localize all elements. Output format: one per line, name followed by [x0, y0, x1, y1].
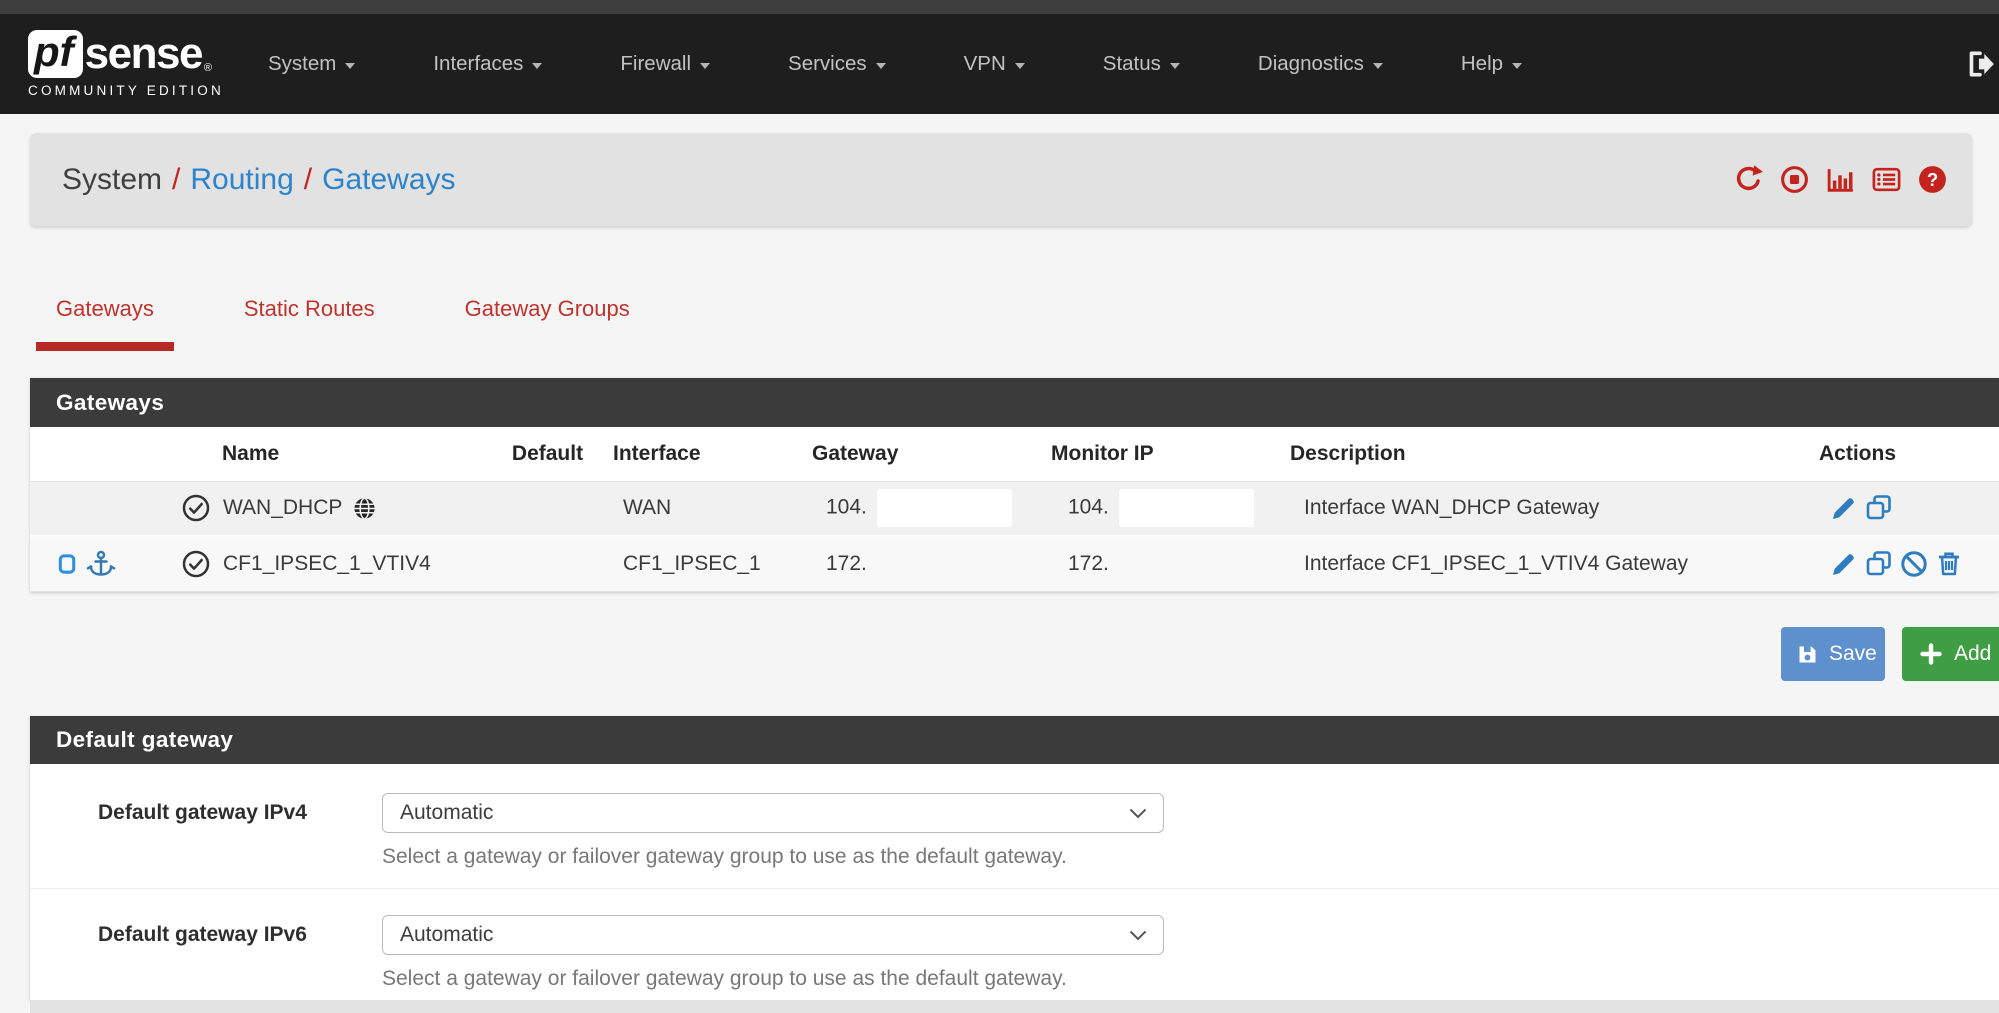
breadcrumb-link-gateways[interactable]: Gateways [322, 163, 455, 197]
chevron-down-icon [1170, 63, 1180, 69]
sign-out-icon[interactable] [1964, 14, 1996, 114]
save-button[interactable]: Save [1781, 627, 1885, 681]
anchor-icon [86, 549, 116, 579]
svg-text:?: ? [1927, 169, 1938, 190]
breadcrumb-section: System [62, 163, 162, 197]
monitor-ip: 104. [1068, 496, 1109, 519]
column-header-interface: Interface [600, 427, 810, 481]
default-gateway-ipv6-select[interactable]: Automatic [382, 915, 1164, 955]
page-title: System / Routing / Gateways [62, 163, 456, 197]
nav-item-vpn[interactable]: VPN [964, 52, 1025, 76]
refresh-icon[interactable] [1733, 164, 1764, 195]
default-cell [495, 536, 600, 591]
edit-icon[interactable] [1829, 493, 1859, 523]
gateway-name: WAN_DHCP [223, 496, 342, 520]
nav-item-diagnostics[interactable]: Diagnostics [1258, 52, 1383, 76]
sense-logo-text: sense [85, 32, 202, 76]
help-text: Select a gateway or failover gateway gro… [382, 845, 1172, 869]
pfsense-logo[interactable]: pf sense ® COMMUNITY EDITION [28, 30, 218, 98]
chevron-down-icon [1129, 808, 1147, 819]
breadcrumb: System / Routing / Gateways [30, 133, 1972, 226]
edit-icon[interactable] [1829, 549, 1859, 579]
stop-status-icon[interactable] [1779, 164, 1810, 195]
breadcrumb-separator: / [294, 163, 322, 197]
monitor-ip: 172. [1068, 552, 1109, 575]
form-row-ipv6: Default gateway IPv6 Automatic Select a … [30, 889, 1999, 991]
form-row-ipv4: Default gateway IPv4 Automatic Select a … [30, 764, 1999, 889]
default-gateway-ipv4-label: Default gateway IPv4 [30, 793, 382, 869]
interface-cell: WAN [600, 481, 810, 536]
next-section-strip [30, 1000, 1999, 1013]
tab-gateways[interactable]: Gateways [36, 286, 174, 351]
nav-item-system[interactable]: System [268, 52, 355, 76]
log-icon[interactable] [1871, 164, 1902, 195]
delete-icon[interactable] [1934, 549, 1964, 579]
add-button[interactable]: Add [1902, 627, 1999, 681]
redacted-ip [877, 489, 1012, 527]
gateway-enabled-icon [181, 493, 211, 523]
default-gateway-panel-title: Default gateway [30, 716, 1999, 764]
nav-item-help[interactable]: Help [1461, 52, 1522, 76]
chevron-down-icon [700, 63, 710, 69]
help-text: Select a gateway or failover gateway gro… [382, 967, 1172, 991]
default-gateway-panel: Default gateway Default gateway IPv4 Aut… [30, 716, 1999, 1000]
gateway-ip: 104. [826, 496, 867, 519]
window-top-strip [0, 0, 1999, 14]
description-cell: Interface CF1_IPSEC_1_VTIV4 Gateway [1280, 536, 1800, 591]
main-menu: System Interfaces Firewall Services VPN … [268, 52, 1600, 76]
table-row: CF1_IPSEC_1_VTIV4 CF1_IPSEC_1 172. 172. … [30, 536, 1999, 591]
default-cell [495, 481, 600, 536]
default-gateway-ipv4-select[interactable]: Automatic [382, 793, 1164, 833]
column-header-monitor-ip: Monitor IP [1040, 427, 1280, 481]
column-header-description: Description [1280, 427, 1800, 481]
column-header-actions: Actions [1800, 427, 1999, 481]
chevron-down-icon [1512, 63, 1522, 69]
routing-tabs: Gateways Static Routes Gateway Groups [36, 286, 700, 351]
default-gateway-ipv6-label: Default gateway IPv6 [30, 915, 382, 991]
breadcrumb-separator: / [162, 163, 190, 197]
description-cell: Interface WAN_DHCP Gateway [1280, 481, 1800, 536]
chevron-down-icon [532, 63, 542, 69]
help-icon[interactable]: ? [1917, 164, 1948, 195]
tab-static-routes[interactable]: Static Routes [224, 286, 395, 351]
save-floppy-icon [1796, 643, 1819, 666]
top-navbar: pf sense ® COMMUNITY EDITION System Inte… [0, 14, 1999, 114]
gateways-panel-title: Gateways [30, 378, 1999, 427]
clone-icon[interactable] [1864, 549, 1894, 579]
page-action-icons: ? [1733, 164, 1948, 195]
chevron-down-icon [345, 63, 355, 69]
nav-item-status[interactable]: Status [1103, 52, 1180, 76]
gateway-enabled-icon [181, 549, 211, 579]
table-row: WAN_DHCP [30, 481, 1999, 536]
registered-mark: ® [204, 62, 212, 74]
table-header-row: Name Default Interface Gateway Monitor I… [30, 427, 1999, 481]
chevron-down-icon [1373, 63, 1383, 69]
gateways-table: Name Default Interface Gateway Monitor I… [30, 427, 1999, 592]
tab-gateway-groups[interactable]: Gateway Groups [445, 286, 650, 351]
column-header-default: Default [495, 427, 600, 481]
community-edition-label: COMMUNITY EDITION [28, 83, 218, 98]
pf-logo-mark: pf [28, 30, 83, 78]
column-header-gateway: Gateway [810, 427, 1040, 481]
plus-icon [1919, 642, 1943, 666]
nav-item-firewall[interactable]: Firewall [620, 52, 710, 76]
nav-item-services[interactable]: Services [788, 52, 886, 76]
square-icon [56, 553, 79, 576]
globe-icon [351, 495, 378, 522]
chevron-down-icon [1015, 63, 1025, 69]
column-header-name: Name [220, 427, 495, 481]
column-header-icons [30, 427, 220, 481]
chevron-down-icon [1129, 930, 1147, 941]
breadcrumb-link-routing[interactable]: Routing [190, 163, 293, 197]
gateway-name: CF1_IPSEC_1_VTIV4 [223, 552, 431, 575]
gateway-ip: 172. [826, 552, 867, 575]
clone-icon[interactable] [1864, 493, 1894, 523]
monitoring-chart-icon[interactable] [1825, 164, 1856, 195]
interface-cell: CF1_IPSEC_1 [600, 536, 810, 591]
disable-icon[interactable] [1899, 549, 1929, 579]
gateways-panel: Gateways Name Default Interface Gateway … [30, 378, 1999, 592]
chevron-down-icon [876, 63, 886, 69]
nav-item-interfaces[interactable]: Interfaces [433, 52, 542, 76]
redacted-ip [1119, 489, 1254, 527]
